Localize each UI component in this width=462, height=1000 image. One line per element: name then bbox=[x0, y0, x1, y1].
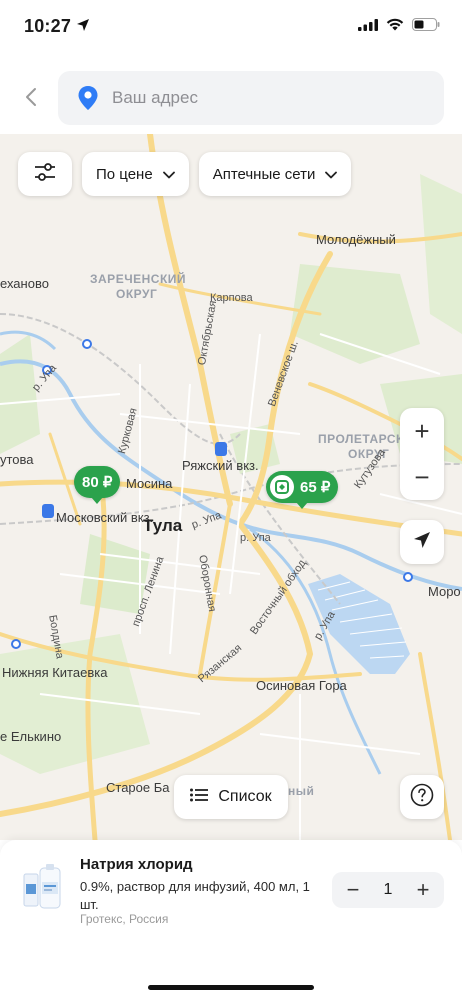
location-pin-icon bbox=[78, 86, 98, 110]
map-label-molodezhny: Молодёжный bbox=[316, 232, 396, 247]
price-pin-label: 80 ₽ bbox=[82, 474, 113, 491]
map-label-utova: утова bbox=[0, 452, 34, 467]
price-pin-label: 65 ₽ bbox=[300, 479, 331, 496]
product-image bbox=[20, 864, 64, 914]
price-pin[interactable]: 65 ₽ bbox=[266, 471, 339, 509]
chevron-down-icon bbox=[325, 166, 338, 183]
sort-by-price-dropdown[interactable]: По цене bbox=[82, 152, 189, 196]
decrease-quantity-button[interactable]: − bbox=[342, 877, 364, 902]
list-view-label: Список bbox=[218, 788, 272, 805]
map-label-mosina: Мосина bbox=[126, 476, 173, 491]
my-location-button[interactable] bbox=[400, 520, 444, 564]
question-circle-icon bbox=[410, 783, 434, 812]
filter-settings-button[interactable] bbox=[18, 152, 72, 196]
increase-quantity-button[interactable]: + bbox=[412, 877, 434, 902]
map-label-ryazhsky: Ряжский вкз. bbox=[182, 458, 259, 473]
cellular-signal-icon bbox=[358, 18, 378, 36]
product-name: Натрия хлорид bbox=[80, 856, 193, 873]
map-label-zarechensky: ЗАРЕЧЕНСКИЙ bbox=[90, 272, 187, 286]
wifi-icon bbox=[386, 18, 404, 36]
zoom-in-button[interactable]: + bbox=[400, 408, 444, 454]
quantity-value: 1 bbox=[383, 881, 393, 898]
status-time: 10:27 bbox=[24, 16, 72, 36]
map-label-elkino: е Елькино bbox=[0, 729, 62, 744]
map-view[interactable]: Молодёжный еханово ЗАРЕЧЕНСКИЙ ОКРУГ Кар… bbox=[0, 134, 462, 840]
product-card: Натрия хлорид 0.9%, раствор для инфузий,… bbox=[0, 840, 462, 1000]
zoom-controls: + − bbox=[400, 408, 444, 500]
address-input[interactable] bbox=[112, 88, 412, 108]
status-bar: 10:27 bbox=[0, 0, 462, 56]
list-view-button[interactable]: Список bbox=[174, 775, 288, 819]
map-label-moro: Моро bbox=[428, 584, 461, 599]
map-label-tula: Тула bbox=[143, 516, 183, 535]
pharmacy-networks-dropdown[interactable]: Аптечные сети bbox=[198, 152, 352, 196]
status-icons bbox=[358, 18, 440, 36]
help-button[interactable] bbox=[400, 775, 444, 819]
back-button[interactable] bbox=[16, 84, 46, 114]
map-label-nizhnyaya: Нижняя Китаевка bbox=[2, 665, 108, 680]
pharmacy-logo-icon bbox=[270, 475, 294, 499]
navigation-arrow-icon bbox=[413, 531, 431, 554]
price-pin[interactable]: 80 ₽ bbox=[74, 466, 121, 504]
list-icon bbox=[190, 788, 209, 807]
map-label-upa-3: р. Упа bbox=[240, 532, 271, 544]
address-search-box[interactable] bbox=[58, 71, 444, 125]
map-label-moskovsky: Московский вкз. bbox=[56, 510, 154, 525]
chevron-left-icon bbox=[25, 87, 37, 112]
map-label-staroe: Старое Ба bbox=[106, 780, 170, 795]
map-label-ny: ный bbox=[288, 784, 315, 798]
pharmacy-networks-label: Аптечные сети bbox=[212, 165, 316, 183]
map-label-ehanovo: еханово bbox=[0, 276, 49, 291]
chevron-down-icon bbox=[162, 166, 175, 183]
quantity-stepper: − 1 + bbox=[332, 872, 444, 908]
map-label-okrug-1: ОКРУГ bbox=[116, 287, 158, 301]
sliders-icon bbox=[34, 162, 56, 186]
battery-icon bbox=[412, 18, 440, 36]
address-header bbox=[0, 56, 462, 134]
product-description: 0.9%, раствор для инфузий, 400 мл, 1 шт. bbox=[80, 879, 310, 912]
zoom-out-button[interactable]: − bbox=[400, 454, 444, 500]
home-indicator bbox=[148, 985, 314, 990]
product-manufacturer: Гротекс, Россия bbox=[80, 912, 169, 926]
map-label-osinovaya: Осиновая Гора bbox=[256, 678, 347, 693]
sort-by-price-label: По цене bbox=[96, 165, 153, 183]
filter-row: По цене Аптечные сети bbox=[18, 152, 352, 196]
location-arrow-icon bbox=[76, 18, 90, 37]
